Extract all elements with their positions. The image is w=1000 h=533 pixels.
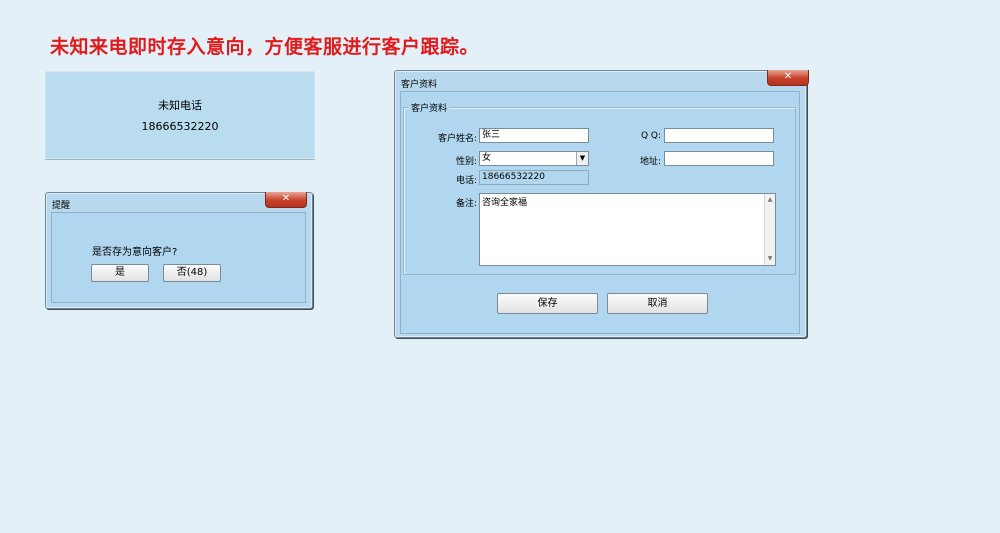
- notes-scrollbar[interactable]: ▲ ▼: [764, 194, 775, 265]
- close-icon[interactable]: ✕: [767, 70, 809, 86]
- qq-field[interactable]: [664, 128, 774, 143]
- no-button[interactable]: 否(48): [163, 264, 221, 282]
- dialog-title: 客户资料: [401, 80, 438, 90]
- dialog-question: 是否存为意向客户?: [92, 247, 178, 258]
- call-number: 18666532220: [141, 120, 219, 133]
- page-headline: 未知来电即时存入意向，方便客服进行客户跟踪。: [50, 36, 480, 58]
- gender-label: 性别:: [455, 157, 477, 167]
- incoming-call-panel: 未知电话 18666532220: [45, 71, 315, 159]
- scroll-down-icon[interactable]: ▼: [765, 254, 775, 264]
- dialog-title: 提醒: [52, 201, 71, 211]
- save-button[interactable]: 保存: [497, 293, 598, 314]
- gender-value: 女: [482, 153, 492, 163]
- yes-button[interactable]: 是: [91, 264, 149, 282]
- chevron-down-icon[interactable]: ▼: [576, 152, 588, 165]
- group-label: 客户资料: [409, 101, 450, 114]
- customer-info-dialog: 客户资料 ✕ 客户资料 客户姓名: 张三 Q Q: 性别: 女 ▼ 地址: 电话…: [394, 70, 809, 338]
- phone-label: 电话:: [455, 176, 477, 186]
- name-label: 客户姓名:: [437, 134, 477, 144]
- phone-field: 18666532220: [479, 170, 589, 185]
- notes-label: 备注:: [455, 199, 477, 209]
- gender-select[interactable]: 女 ▼: [479, 151, 589, 166]
- notes-value: 咨询全家福: [482, 198, 528, 208]
- address-label: 地址:: [639, 157, 661, 167]
- dialog-body: 客户资料 客户姓名: 张三 Q Q: 性别: 女 ▼ 地址: 电话: 18666…: [400, 91, 800, 334]
- reminder-dialog: 提醒 ✕ 是否存为意向客户? 是 否(48): [45, 192, 313, 309]
- name-field[interactable]: 张三: [479, 128, 589, 143]
- address-field[interactable]: [664, 151, 774, 166]
- cancel-button[interactable]: 取消: [607, 293, 708, 314]
- scroll-up-icon[interactable]: ▲: [765, 195, 775, 205]
- dialog-body: 是否存为意向客户? 是 否(48): [51, 212, 306, 303]
- close-icon[interactable]: ✕: [265, 192, 307, 208]
- notes-textarea[interactable]: 咨询全家福 ▲ ▼: [479, 193, 776, 266]
- call-label: 未知电话: [158, 99, 202, 112]
- qq-label: Q Q:: [640, 131, 661, 141]
